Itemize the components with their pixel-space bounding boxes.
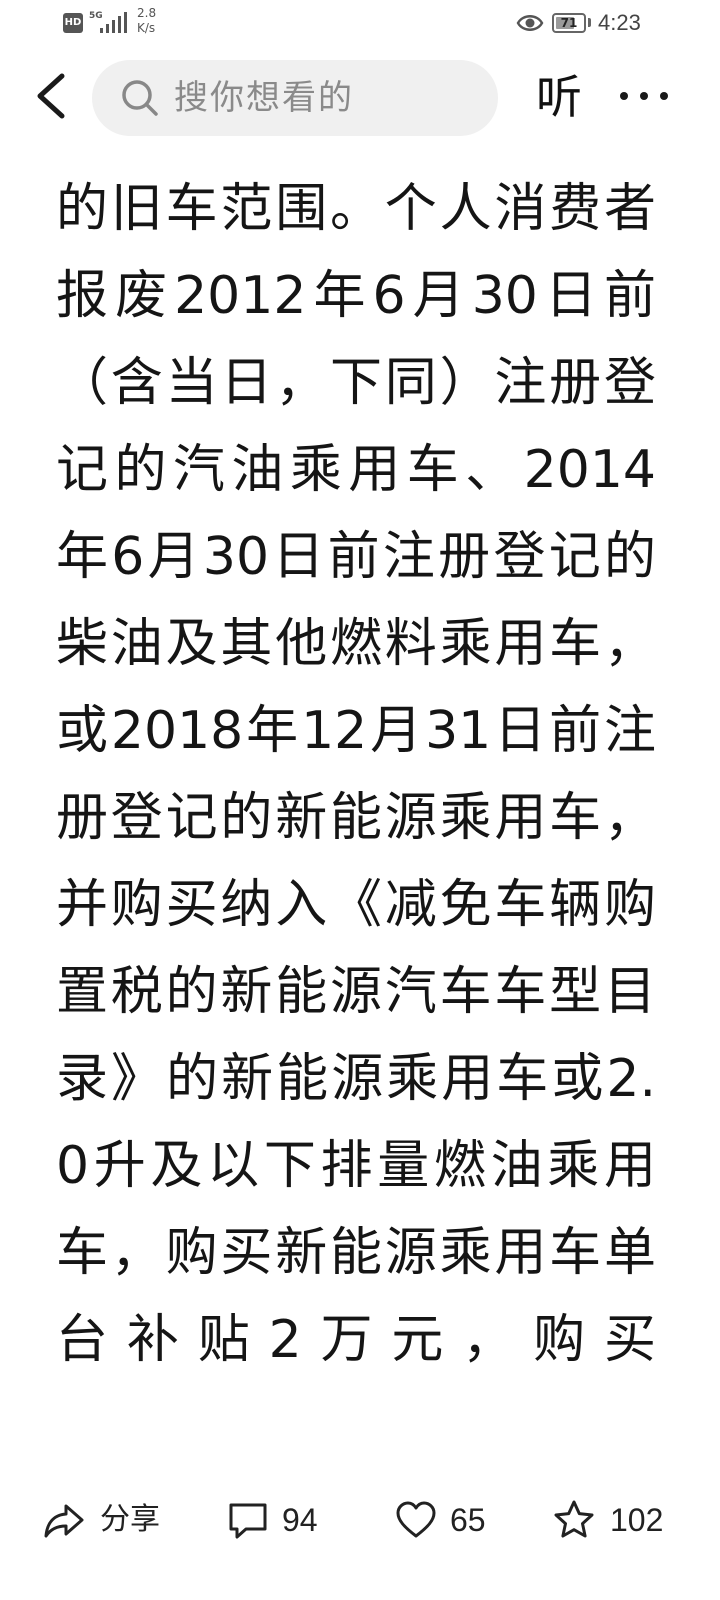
battery-cap	[588, 18, 591, 27]
clock-time: 4:23	[598, 10, 641, 35]
comment-count: 94	[282, 1502, 318, 1538]
like-button[interactable]: 65	[394, 1498, 494, 1542]
search-placeholder: 搜你想看的	[174, 78, 354, 118]
battery-icon: 71	[552, 13, 586, 33]
favorite-count: 102	[610, 1502, 664, 1538]
article-scroll-area[interactable]: 纳入可申请报废更新补贴的旧车范围。个人消费者报废2012年6月30日前（含当日，…	[0, 144, 720, 1476]
comment-icon	[229, 1503, 267, 1539]
network-speed-value: 2.8	[137, 6, 157, 20]
share-label: 分享	[100, 1502, 160, 1537]
signal-strength-icon	[100, 12, 127, 33]
bottom-action-bar: 分享 94 65 102	[0, 1476, 720, 1600]
star-icon	[554, 1500, 594, 1538]
more-options-button[interactable]	[616, 78, 672, 114]
search-icon	[122, 80, 158, 116]
network-speed: 2.8 K/s	[137, 6, 171, 36]
battery-level-text: 71	[560, 16, 578, 30]
hd-icon: HD	[63, 13, 83, 33]
back-arrow-icon	[37, 73, 65, 119]
top-navigation-bar: 搜你想看的 听	[0, 48, 720, 144]
like-count: 65	[450, 1502, 486, 1538]
favorite-button[interactable]: 102	[552, 1498, 682, 1542]
heart-icon	[396, 1501, 436, 1538]
back-button[interactable]	[26, 68, 82, 124]
more-icon	[620, 92, 668, 100]
share-button[interactable]: 分享	[42, 1498, 172, 1542]
network-speed-unit: K/s	[137, 21, 156, 35]
article-body-text: 纳入可申请报废更新补贴的旧车范围。个人消费者报废2012年6月30日前（含当日，…	[56, 144, 656, 1370]
listen-button[interactable]: 听	[530, 68, 588, 126]
eye-comfort-icon	[516, 15, 544, 31]
search-input[interactable]: 搜你想看的	[92, 60, 498, 136]
share-icon	[44, 1504, 84, 1538]
comment-button[interactable]: 94	[226, 1498, 326, 1542]
status-bar: HD 5G 2.8 K/s 71 4:23	[0, 0, 720, 48]
